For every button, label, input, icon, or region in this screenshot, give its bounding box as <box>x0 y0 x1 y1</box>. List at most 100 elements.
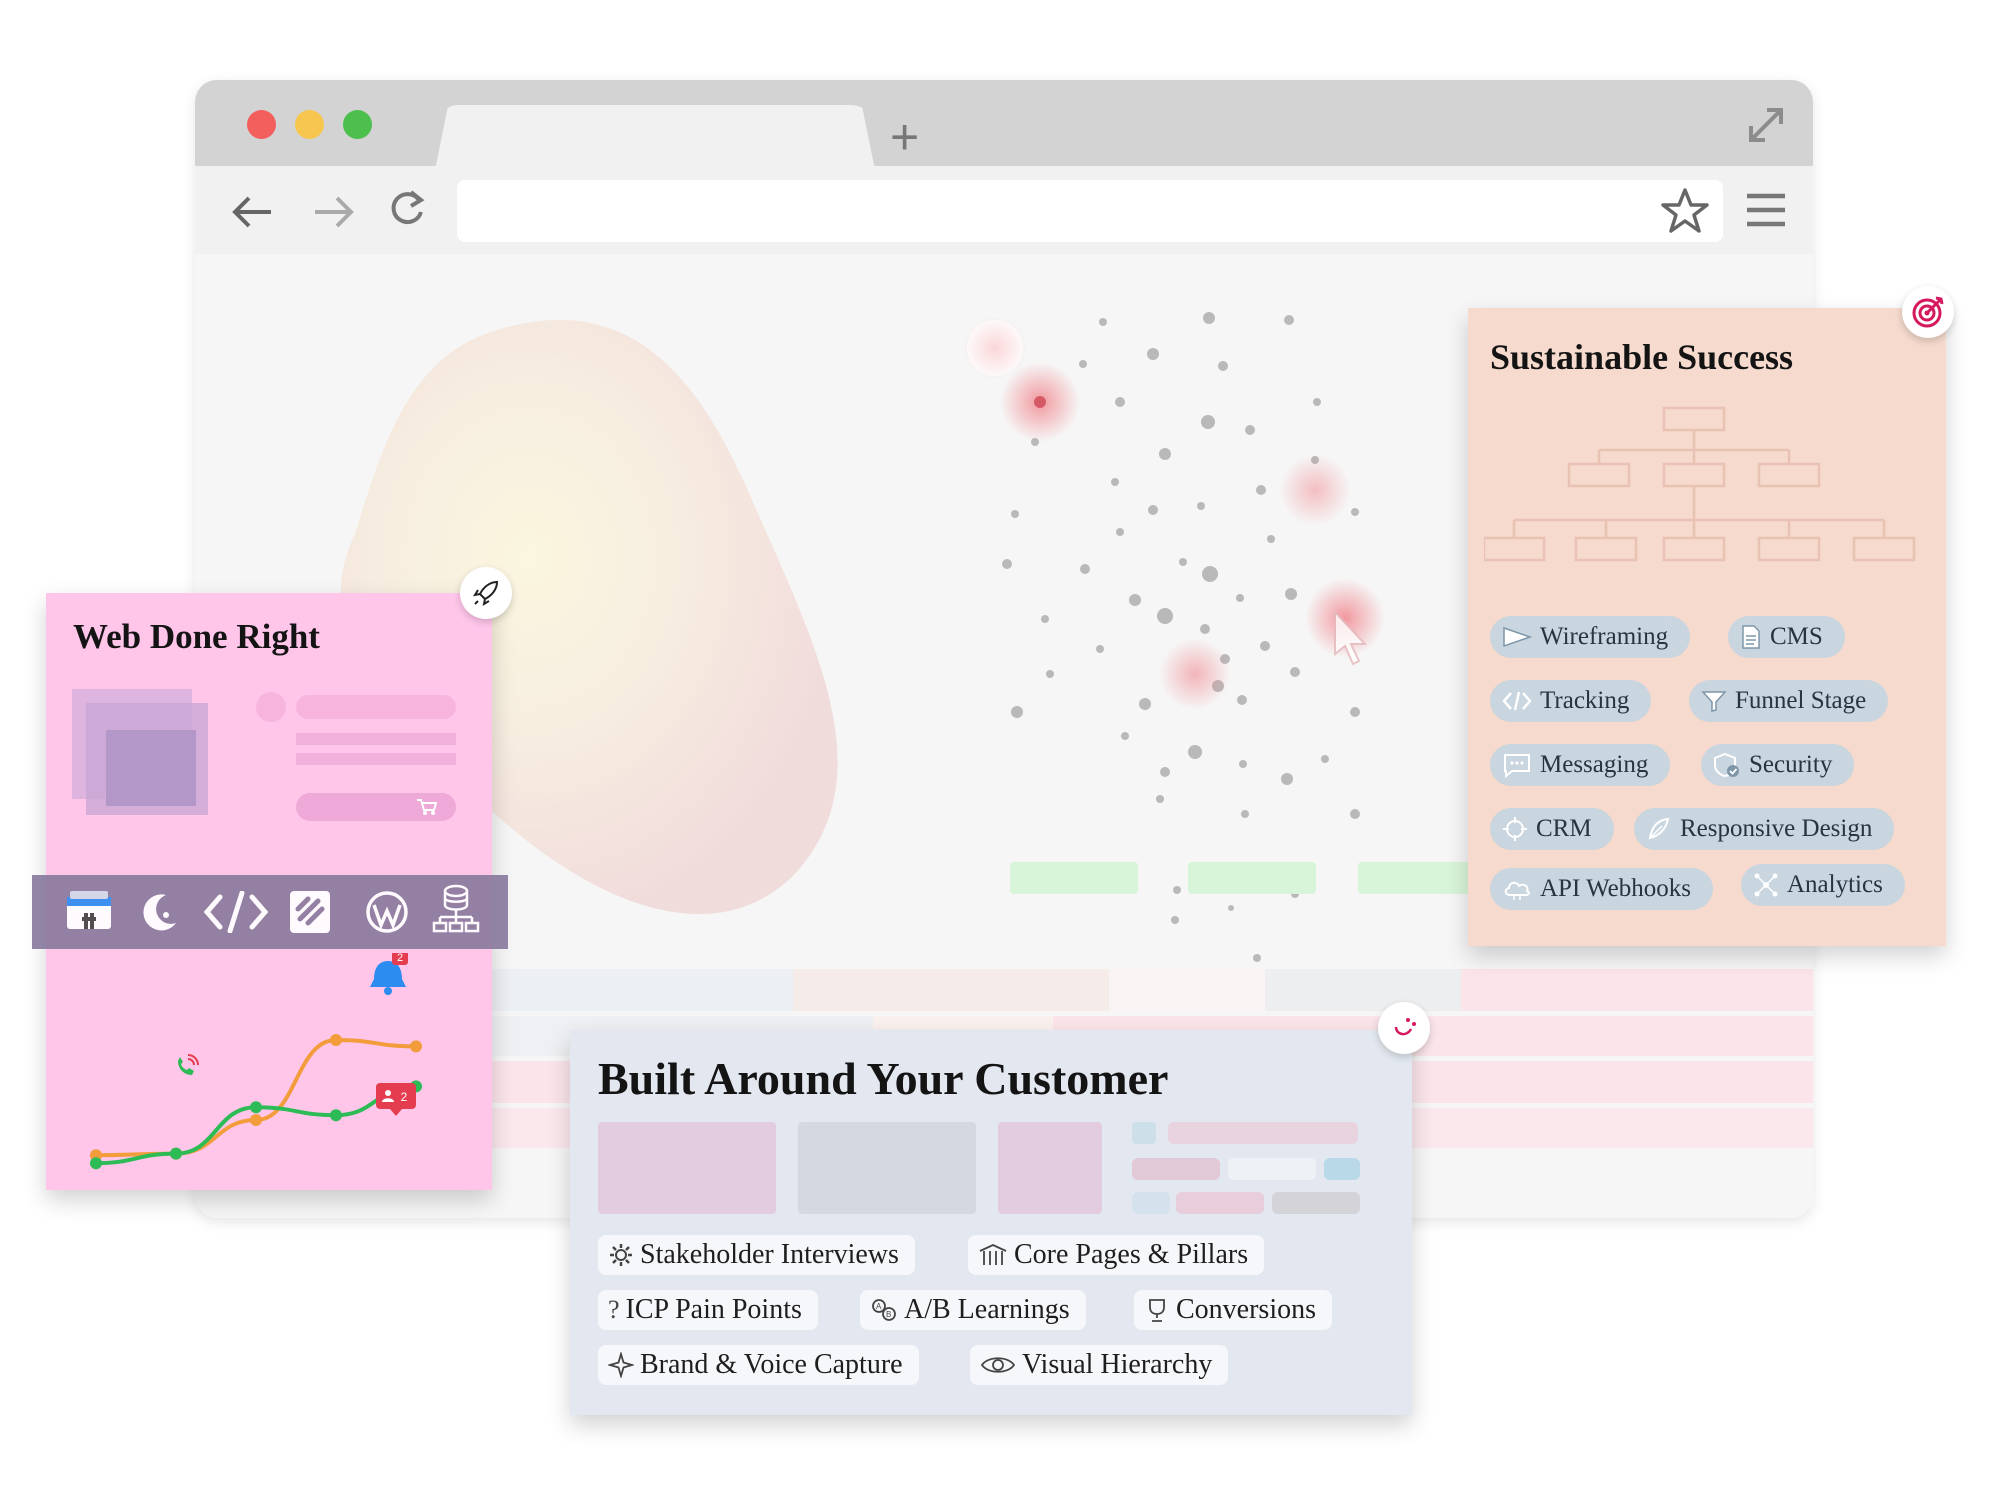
maximize-window-button[interactable] <box>343 110 372 139</box>
browser-tab[interactable] <box>435 105 875 170</box>
image-placeholder <box>998 1122 1102 1214</box>
gear-icon <box>610 1244 632 1266</box>
reload-icon[interactable] <box>387 188 427 232</box>
pill-brand-voice-capture[interactable]: Brand & Voice Capture <box>598 1345 919 1385</box>
feather-icon <box>1648 817 1670 840</box>
bell-notification-icon: 2 <box>370 953 408 995</box>
cloud-icon <box>1504 881 1530 900</box>
card-title: Built Around Your Customer <box>598 1053 1169 1104</box>
target-icon <box>1912 296 1944 328</box>
pill-label: Core Pages & Pillars <box>1014 1239 1249 1270</box>
smile-icon <box>1394 1018 1416 1036</box>
series-1-point-1 <box>170 1147 182 1160</box>
back-arrow-icon[interactable] <box>231 192 275 232</box>
chip-funnel-stage[interactable]: Funnel Stage <box>1689 680 1889 722</box>
image-placeholder <box>798 1122 976 1214</box>
chip-label: Responsive Design <box>1680 815 1873 842</box>
chip-api-webhooks[interactable]: API Webhooks <box>1490 868 1714 910</box>
funnel-icon <box>1701 691 1727 712</box>
pill-label: Stakeholder Interviews <box>640 1239 899 1270</box>
chip-label: Tracking <box>1540 687 1630 714</box>
chip-crm[interactable]: CRM <box>1490 808 1614 850</box>
code-icon <box>204 891 268 933</box>
new-tab-button[interactable]: + <box>890 108 919 166</box>
text-placeholder <box>296 695 456 719</box>
green-buttons <box>1010 862 1486 894</box>
pill-label: Conversions <box>1176 1294 1316 1325</box>
address-bar[interactable] <box>457 180 1723 242</box>
chip-responsive-design[interactable]: Responsive Design <box>1634 808 1895 850</box>
chat-icon <box>1504 754 1530 778</box>
ui-placeholder <box>1176 1192 1264 1214</box>
target-badge <box>1902 286 1954 338</box>
pill-icp-pain-points[interactable]: ? ICP Pain Points <box>598 1290 818 1330</box>
question-icon: ? <box>608 1295 620 1324</box>
document-icon <box>1742 625 1760 649</box>
minimize-window-button[interactable] <box>295 110 324 139</box>
pill-visual-hierarchy[interactable]: Visual Hierarchy <box>970 1345 1229 1385</box>
svg-text:A: A <box>876 1302 882 1311</box>
chip-analytics[interactable]: Analytics <box>1741 864 1905 906</box>
flag-icon <box>1503 626 1532 648</box>
pill-ab-learnings[interactable]: AB A/B Learnings <box>860 1290 1086 1330</box>
svg-text:B: B <box>886 1310 891 1319</box>
svg-text:2: 2 <box>397 953 403 964</box>
sitemap-diagram <box>1484 406 1916 562</box>
forward-arrow-icon[interactable] <box>311 192 355 232</box>
network-icon <box>1754 873 1778 897</box>
text-line-placeholder <box>296 753 456 765</box>
series-0-point-2 <box>250 1114 262 1126</box>
database-icon <box>432 884 480 933</box>
series-1-point-0 <box>90 1157 102 1170</box>
eye-icon <box>980 1357 1016 1373</box>
close-window-button[interactable] <box>247 110 276 139</box>
built-around-customer-card: Built Around Your Customer Stakeholder I… <box>570 1002 1430 1415</box>
pill-label: A/B Learnings <box>904 1294 1070 1325</box>
cart-icon <box>417 799 438 815</box>
users-badge-icon: 2 <box>376 1083 416 1116</box>
add-to-cart-placeholder[interactable] <box>296 793 456 821</box>
growth-chart: 2 2 <box>90 953 422 1170</box>
avatar-placeholder <box>256 692 286 722</box>
chip-label: Funnel Stage <box>1735 687 1867 714</box>
fullscreen-icon[interactable] <box>1743 102 1789 148</box>
trophy-icon <box>1149 1299 1165 1322</box>
ui-placeholder <box>1168 1122 1358 1144</box>
shield-icon <box>1714 752 1739 778</box>
code-icon <box>1502 691 1532 711</box>
pill-stakeholder-interviews[interactable]: Stakeholder Interviews <box>598 1235 915 1275</box>
ui-placeholder <box>1324 1158 1360 1180</box>
ui-placeholder <box>1132 1158 1220 1180</box>
menu-icon[interactable] <box>1745 192 1787 228</box>
tab-bar <box>195 80 1813 166</box>
card-title: Sustainable Success <box>1490 337 1794 377</box>
pill-conversions[interactable]: Conversions <box>1134 1290 1332 1330</box>
chip-label: Wireframing <box>1540 623 1669 650</box>
ab-icon: AB <box>872 1299 896 1321</box>
svg-text:2: 2 <box>401 1090 408 1104</box>
tech-stack-strip <box>32 875 508 949</box>
text-line-placeholder <box>296 733 456 745</box>
rocket-icon <box>472 580 499 607</box>
ui-placeholder <box>1132 1122 1156 1144</box>
chip-messaging[interactable]: Messaging <box>1490 744 1671 786</box>
series-1-point-2 <box>250 1101 262 1114</box>
wordpress-icon <box>366 891 408 933</box>
chip-label: API Webhooks <box>1540 875 1692 902</box>
chip-security[interactable]: Security <box>1701 744 1855 786</box>
pill-core-pages-pillars[interactable]: Core Pages & Pillars <box>968 1235 1265 1275</box>
phone-call-icon <box>178 1054 199 1075</box>
chip-label: Analytics <box>1787 871 1883 898</box>
pill-label: Visual Hierarchy <box>1022 1349 1213 1380</box>
chip-cms[interactable]: CMS <box>1728 616 1845 658</box>
chip-wireframing[interactable]: Wireframing <box>1490 616 1691 658</box>
bookmark-star-icon[interactable] <box>1660 187 1710 235</box>
ui-placeholder <box>1228 1158 1316 1180</box>
pill-label: Brand & Voice Capture <box>640 1349 903 1380</box>
series-0-point-4 <box>410 1040 422 1053</box>
sustainable-success-card: Sustainable Success Wireframing CMS Trac… <box>1468 286 1954 946</box>
chip-tracking[interactable]: Tracking <box>1490 680 1652 722</box>
rocket-badge <box>460 567 512 619</box>
moon-icon <box>143 894 176 931</box>
pill-label: ICP Pain Points <box>625 1294 802 1325</box>
